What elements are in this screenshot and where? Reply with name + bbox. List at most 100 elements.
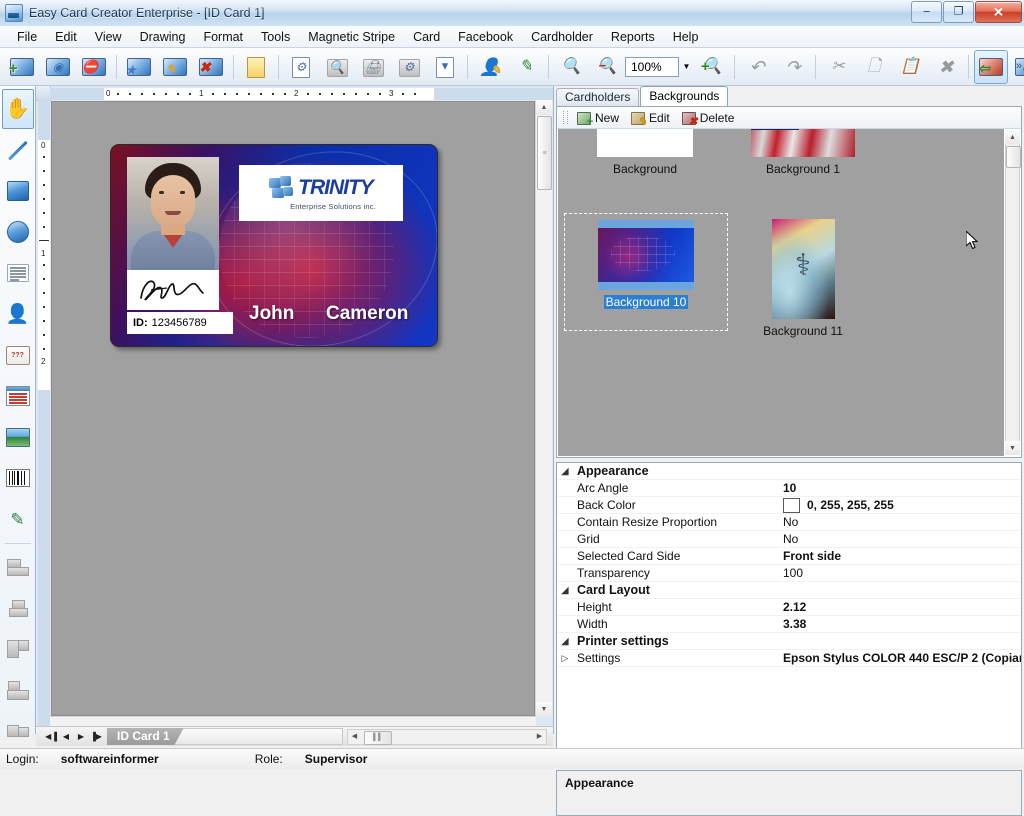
property-value[interactable]: 3.38 [778, 617, 1021, 631]
scroll-up-icon[interactable]: ▲ [536, 100, 552, 115]
close-button[interactable]: ✕ [975, 1, 1022, 23]
menu-help[interactable]: Help [664, 27, 708, 47]
property-value[interactable]: Front side [778, 549, 1021, 563]
menu-tools[interactable]: Tools [252, 27, 299, 47]
color-swatch[interactable] [783, 497, 800, 513]
backgrounds-scroll-thumb[interactable] [1006, 146, 1021, 168]
delete-background-button[interactable]: ✖ Delete [679, 107, 742, 129]
align-top-tool[interactable] [2, 629, 34, 669]
list-item[interactable]: Background 1 [738, 129, 868, 176]
tab-cardholders[interactable]: Cardholders [556, 88, 640, 106]
rectangle-tool[interactable] [2, 171, 34, 211]
card-first-name[interactable]: John [249, 303, 294, 325]
barcode-tool[interactable] [2, 458, 34, 498]
minimize-button[interactable]: – [911, 1, 942, 23]
property-row-selected-card-side[interactable]: Selected Card Side Front side [557, 548, 1021, 565]
export-html-button[interactable]: ▼ [428, 50, 462, 84]
menu-card[interactable]: Card [404, 27, 449, 47]
photo-tool[interactable]: 👤 [2, 294, 34, 334]
toolbar-overflow-button[interactable]: » [1016, 60, 1022, 72]
edit-background-button[interactable]: ✎ Edit [628, 107, 677, 129]
scroll-down-icon[interactable]: ▼ [536, 702, 552, 717]
image-tool[interactable] [2, 417, 34, 457]
undo-button[interactable]: ↶ [740, 50, 774, 84]
ellipse-tool[interactable] [2, 212, 34, 252]
text-tool[interactable] [2, 253, 34, 293]
property-row-height[interactable]: Height 2.12 [557, 599, 1021, 616]
zoom-add-button[interactable]: 🔍 + [695, 50, 729, 84]
canvas-vscroll-thumb[interactable]: ≡ [537, 116, 552, 190]
align-left-tool[interactable] [2, 547, 34, 587]
list-item[interactable]: Background [580, 129, 710, 176]
print-button[interactable]: 🖨 [356, 50, 390, 84]
magnetic-stripe-tool[interactable]: ??? [2, 335, 34, 375]
edit-design-button[interactable]: ✎ [158, 50, 192, 84]
tab-backgrounds[interactable]: Backgrounds [640, 86, 729, 106]
background-thumbnail-list[interactable]: Background Background 1 Background 10 Ba… [558, 129, 1004, 456]
property-value[interactable]: 100 [778, 566, 1021, 580]
first-tab-icon[interactable]: ◀▐ [44, 729, 58, 744]
menu-facebook[interactable]: Facebook [449, 27, 522, 47]
delete-design-button[interactable]: ✖ [194, 50, 228, 84]
property-row-contain-resize-proportion[interactable]: Contain Resize Proportion No [557, 514, 1021, 531]
new-background-button[interactable]: + New [574, 107, 626, 129]
copy-button[interactable]: 🗋 [857, 50, 891, 84]
toolbar-grip[interactable] [563, 111, 568, 124]
property-row-grid[interactable]: Grid No [557, 531, 1021, 548]
print-preview-button[interactable]: 🔍 [320, 50, 354, 84]
align-distribute-tool[interactable] [2, 711, 34, 751]
card-list-button[interactable] [239, 50, 273, 84]
page-setup-button[interactable]: ⚙ [284, 50, 318, 84]
open-card-button[interactable]: ◉ [41, 50, 75, 84]
property-row-settings[interactable]: ▷ Settings Epson Stylus COLOR 440 ESC/P … [557, 650, 1021, 667]
zoom-level-input[interactable]: 100% [625, 56, 679, 77]
properties-grid[interactable]: ◢ Appearance Arc Angle 10 Back Color 0, … [556, 462, 1022, 768]
card-company-logo[interactable]: TRINITY Enterprise Solutions inc. [239, 165, 403, 221]
property-row-width[interactable]: Width 3.38 [557, 616, 1021, 633]
expand-triangle-icon[interactable]: ▷ [557, 653, 573, 663]
cut-button[interactable]: ✂ [821, 50, 855, 84]
last-tab-icon[interactable]: ▐▶ [89, 729, 103, 744]
document-tab-id-card-1[interactable]: ID Card 1 [107, 728, 184, 745]
property-value[interactable]: 10 [778, 481, 1021, 495]
card-canvas[interactable]: ID: 123456789 TRINITY Enterprise Solutio… [51, 101, 535, 716]
list-item-selected[interactable]: Background 10 [564, 213, 728, 331]
scroll-right-icon[interactable]: ▶ [533, 729, 546, 744]
document-horizontal-scrollbar[interactable]: ◀ ▌▌ ▶ [347, 728, 547, 745]
card-id-field[interactable]: ID: 123456789 [127, 312, 233, 334]
scroll-left-icon[interactable]: ◀ [348, 729, 361, 744]
delete-button[interactable]: ✖ [929, 50, 963, 84]
scroll-down-icon[interactable]: ▼ [1005, 441, 1020, 455]
scroll-up-icon[interactable]: ▲ [1005, 130, 1020, 144]
next-tab-icon[interactable]: ▶ [74, 729, 88, 744]
property-value[interactable]: Epson Stylus COLOR 440 ESC/P 2 (Copiar 1… [778, 651, 1021, 665]
redo-button[interactable]: ↷ [776, 50, 810, 84]
property-category-appearance[interactable]: ◢ Appearance [557, 463, 1021, 480]
property-row-transparency[interactable]: Transparency 100 [557, 565, 1021, 582]
property-value[interactable]: No [778, 532, 1021, 546]
close-card-button[interactable]: ⛔ [77, 50, 111, 84]
menu-edit[interactable]: Edit [46, 27, 86, 47]
menu-drawing[interactable]: Drawing [131, 27, 195, 47]
menu-cardholder[interactable]: Cardholder [522, 27, 602, 47]
card-last-name[interactable]: Cameron [326, 303, 408, 325]
doc-scroll-thumb[interactable]: ▌▌ [364, 730, 392, 745]
collapse-triangle-icon[interactable]: ◢ [557, 466, 573, 476]
menu-reports[interactable]: Reports [602, 27, 664, 47]
signature-tool[interactable]: ✎ [2, 499, 34, 539]
id-card-design[interactable]: ID: 123456789 TRINITY Enterprise Solutio… [110, 144, 438, 347]
zoom-in-button[interactable]: 🔍 [554, 50, 588, 84]
new-card-button[interactable]: + [5, 50, 39, 84]
new-design-button[interactable]: ★ [122, 50, 156, 84]
menu-view[interactable]: View [86, 27, 131, 47]
cardholder-signature[interactable] [127, 270, 219, 310]
line-tool[interactable] [2, 130, 34, 170]
print-settings-button[interactable]: ⚙ [392, 50, 426, 84]
backgrounds-scrollbar[interactable]: ▲ ▼ [1005, 130, 1021, 455]
chevron-down-icon[interactable]: ▼ [679, 57, 694, 77]
align-center-tool[interactable] [2, 588, 34, 628]
cardholder-photo[interactable] [127, 157, 219, 270]
property-value-wrap[interactable]: 0, 255, 255, 255 [778, 497, 1021, 513]
property-category-printer-settings[interactable]: ◢ Printer settings [557, 633, 1021, 650]
property-row-back-color[interactable]: Back Color 0, 255, 255, 255 [557, 497, 1021, 514]
